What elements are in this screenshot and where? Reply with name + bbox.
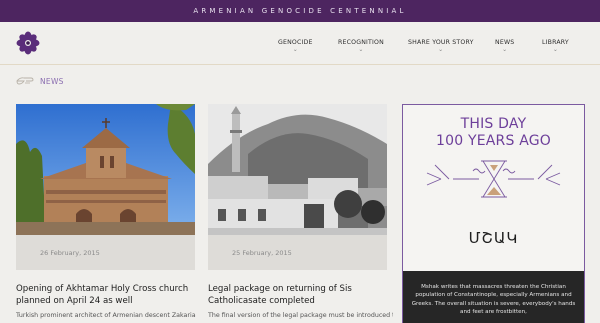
nav-genocide[interactable]: GENOCIDE ⌄ [278, 39, 313, 53]
nav-library[interactable]: LIBRARY ⌄ [542, 39, 569, 53]
years-ago-heading: 100 YEARS AGO [435, 133, 551, 149]
date-strip: 26 February, 2015 [16, 235, 195, 270]
nav-recognition[interactable]: RECOGNITION ⌄ [338, 39, 384, 53]
nav-recognition-label: RECOGNITION [338, 39, 384, 46]
news-hand-icon [16, 77, 34, 85]
this-day-text-panel: Mshak writes that massacres threaten the… [403, 271, 584, 323]
article-date: 25 February, 2015 [232, 249, 292, 257]
article-date: 26 February, 2015 [40, 249, 100, 257]
nav-news-label: NEWS [495, 39, 515, 46]
hourglass-ornament-icon [426, 160, 561, 198]
article-title[interactable]: Opening of Akhtamar Holy Cross church pl… [16, 283, 201, 307]
forget-me-not-logo-icon[interactable] [16, 31, 40, 55]
chevron-down-icon: ⌄ [502, 46, 508, 53]
chevron-down-icon: ⌄ [552, 46, 559, 53]
nav-share-your-story[interactable]: SHARE YOUR STORY ⌄ [408, 39, 474, 53]
this-day-header: THIS DAY 100 YEARS AGO ՄՇԱԿ [403, 105, 584, 271]
chevron-down-icon: ⌄ [438, 46, 444, 53]
top-banner: ARMENIAN GENOCIDE CENTENNIAL [0, 0, 600, 22]
chevron-down-icon: ⌄ [292, 46, 298, 53]
sis-photo[interactable] [208, 104, 387, 235]
article-excerpt: Turkish prominent architect of Armenian … [16, 312, 196, 319]
nav-genocide-label: GENOCIDE [278, 39, 313, 46]
section-title: NEWS [40, 77, 64, 86]
date-strip: 25 February, 2015 [208, 235, 387, 270]
newspaper-name: ՄՇԱԿ [468, 229, 519, 247]
nav-news[interactable]: NEWS ⌄ [495, 39, 514, 53]
article-excerpt: The final version of the legal package m… [208, 312, 393, 319]
chevron-down-icon: ⌄ [358, 46, 364, 53]
nav-library-label: LIBRARY [542, 39, 569, 46]
church-photo[interactable] [16, 104, 195, 235]
this-day-text: Mshak writes that massacres threaten the… [411, 284, 576, 316]
akhtamar-church-image [16, 104, 195, 235]
sis-town-image [208, 104, 387, 235]
main-navigation: GENOCIDE ⌄ RECOGNITION ⌄ SHARE YOUR STOR… [0, 22, 600, 65]
this-day-widget[interactable]: THIS DAY 100 YEARS AGO ՄՇԱԿ Mshak writes… [402, 104, 585, 323]
article-title[interactable]: Legal package on returning of Sis Cathol… [208, 283, 393, 307]
this-day-heading: THIS DAY [460, 116, 527, 132]
banner-title: ARMENIAN GENOCIDE CENTENNIAL [193, 7, 407, 15]
nav-share-label: SHARE YOUR STORY [408, 39, 474, 46]
